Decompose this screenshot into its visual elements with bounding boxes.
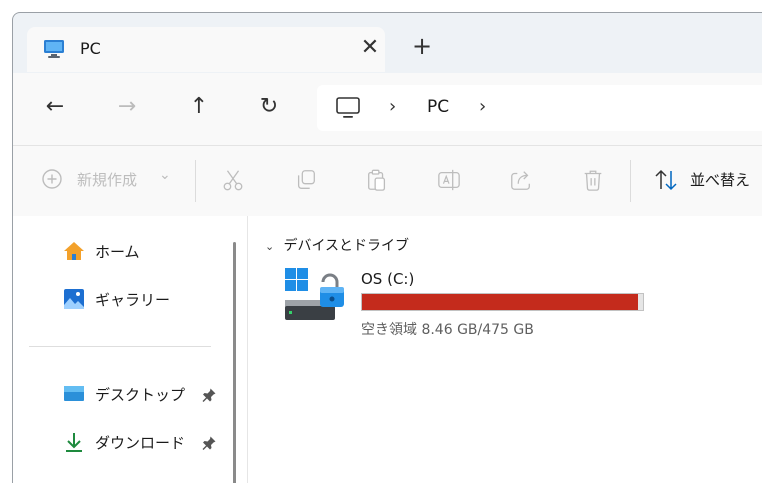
rename-icon[interactable] — [436, 168, 462, 192]
drive-usage-bar — [361, 293, 644, 311]
download-icon — [66, 433, 82, 452]
navigation-bar: ← → ↑ ↻ › PC › — [13, 73, 762, 145]
content-area: ホーム ギャラリー デスクトップ ダウンロード ⌄ デバイスとドライブ OS (… — [13, 216, 762, 483]
new-button-label: 新規作成 — [77, 171, 138, 189]
sort-button-label: 並べ替え — [690, 171, 751, 189]
monitor-icon — [44, 40, 64, 58]
address-bar[interactable]: › PC › — [317, 85, 762, 131]
command-bar: 新規作成 ⌄ 並べ替え — [13, 145, 762, 217]
share-icon[interactable] — [508, 168, 534, 192]
section-title: デバイスとドライブ — [283, 238, 410, 254]
pin-icon[interactable] — [201, 435, 217, 451]
sidebar-scrollbar[interactable] — [233, 242, 236, 483]
home-icon — [64, 242, 84, 260]
drive-usage-fill — [362, 294, 638, 310]
chevron-down-icon: ⌄ — [159, 167, 171, 183]
close-tab-icon[interactable]: ✕ — [357, 33, 383, 63]
desktop-icon — [64, 386, 84, 401]
paste-icon[interactable] — [364, 168, 390, 192]
refresh-button[interactable]: ↻ — [251, 89, 287, 125]
trash-icon[interactable] — [580, 168, 606, 192]
pin-icon[interactable] — [201, 387, 217, 403]
copy-icon[interactable] — [293, 168, 319, 192]
plus-circle-icon — [42, 169, 62, 189]
new-tab-button[interactable]: + — [411, 34, 433, 58]
pc-icon — [336, 97, 360, 118]
breadcrumb-chevron[interactable]: › — [389, 96, 396, 117]
drive-free-space: 空き領域 8.46 GB/475 GB — [361, 322, 534, 338]
up-button[interactable]: ↑ — [181, 89, 217, 125]
back-button[interactable]: ← — [37, 89, 73, 125]
sidebar-item-label: デスクトップ — [95, 386, 186, 404]
pane-divider[interactable] — [247, 216, 248, 483]
sidebar-divider — [29, 346, 211, 347]
navigation-pane: ホーム ギャラリー デスクトップ ダウンロード — [13, 216, 236, 483]
breadcrumb-chevron[interactable]: › — [479, 96, 486, 117]
sidebar-item-label: ダウンロード — [95, 434, 186, 452]
section-devices-and-drives[interactable]: ⌄ デバイスとドライブ — [265, 235, 409, 255]
toolbar-divider — [630, 160, 631, 202]
gallery-icon — [64, 289, 84, 309]
drive-c[interactable]: OS (C:) 空き領域 8.46 GB/475 GB — [283, 268, 663, 346]
toolbar-divider — [195, 160, 196, 202]
chevron-down-icon: ⌄ — [265, 240, 275, 253]
tab-pc[interactable]: PC ✕ — [27, 27, 385, 72]
breadcrumb-pc[interactable]: PC — [427, 97, 449, 117]
new-button[interactable]: 新規作成 ⌄ — [41, 167, 177, 192]
forward-button[interactable]: → — [109, 89, 145, 125]
sidebar-item-label: ホーム — [95, 243, 140, 261]
sidebar-item-label: ギャラリー — [95, 291, 171, 309]
tab-title: PC — [80, 39, 101, 58]
sort-icon — [655, 169, 677, 191]
bitlocker-drive-icon — [285, 268, 344, 320]
explorer-window: PC ✕ + ← → ↑ ↻ › PC › 新規作成 ⌄ 並べ替え ホーム ギャ… — [12, 12, 762, 483]
drive-name: OS (C:) — [361, 270, 415, 288]
cut-icon[interactable] — [220, 168, 246, 192]
sort-button[interactable]: 並べ替え — [653, 168, 762, 192]
